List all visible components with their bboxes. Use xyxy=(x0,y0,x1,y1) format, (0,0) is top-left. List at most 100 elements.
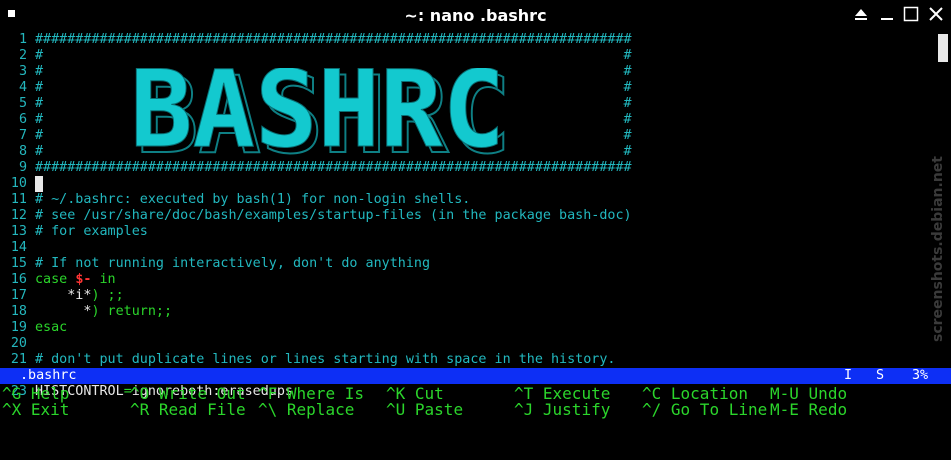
line-number: 17 xyxy=(10,288,27,303)
code-part-c: ) ;; xyxy=(91,288,124,303)
line-code[interactable]: ########################################… xyxy=(35,32,632,48)
code-text: # # xyxy=(35,48,632,63)
editor-line[interactable]: 18 *) return;; xyxy=(0,304,940,320)
code-text: esac xyxy=(35,320,68,335)
editor-line[interactable]: 1 #######################################… xyxy=(0,32,940,48)
watermark: screenshots.debian.net xyxy=(930,156,946,342)
code-text: # see /usr/share/doc/bash/examples/start… xyxy=(35,208,632,223)
shortcut-label: Go To Line xyxy=(670,400,768,419)
maximize-icon[interactable] xyxy=(903,6,919,22)
help-shortcut: M-E Redo xyxy=(770,400,847,419)
code-text: # If not running interactively, don't do… xyxy=(35,256,431,271)
line-number: 2 xyxy=(18,48,27,63)
status-flag-s: S xyxy=(876,368,885,383)
window-title: ~: nano .bashrc xyxy=(404,6,547,25)
line-number: 10 xyxy=(10,176,27,191)
code-part-a xyxy=(35,288,67,303)
banner-main-text: BASHRC xyxy=(130,68,505,168)
editor-line[interactable]: 11 # ~/.bashrc: executed by bash(1) for n… xyxy=(0,192,940,208)
line-code[interactable]: # for examples xyxy=(35,224,148,240)
code-part-b: $- xyxy=(75,272,92,287)
bashrc-banner: BASHRC BASHRC xyxy=(130,68,513,168)
minimize-icon[interactable] xyxy=(879,6,895,22)
line-number: 7 xyxy=(18,128,27,143)
line-number: 1 xyxy=(18,32,27,47)
code-text: # for examples xyxy=(35,224,148,239)
status-filename: .bashrc xyxy=(20,368,77,383)
shortcut-key: ^R xyxy=(130,400,150,419)
line-number: 21 xyxy=(10,352,27,367)
status-percent: 3% xyxy=(912,368,929,383)
code-text: # don't put duplicate lines or lines sta… xyxy=(35,352,616,367)
line-code[interactable]: case $- in xyxy=(35,272,116,288)
line-number: 20 xyxy=(10,336,27,351)
scrollbar-thumb[interactable] xyxy=(938,34,948,62)
line-number: 16 xyxy=(10,272,27,287)
line-code[interactable]: # # xyxy=(35,48,632,64)
editor-line[interactable]: 12 # see /usr/share/doc/bash/examples/sta… xyxy=(0,208,940,224)
line-number: 6 xyxy=(18,112,27,127)
help-shortcut: ^U Paste xyxy=(386,400,463,419)
status-bar: .bashrc I S 3% xyxy=(0,368,951,384)
line-number: 4 xyxy=(18,80,27,95)
line-number: 13 xyxy=(10,224,27,239)
editor-line[interactable]: 19 esac xyxy=(0,320,940,336)
watermark-text: screenshots.debian.net xyxy=(930,156,946,342)
editor-line[interactable]: 13 # for examples xyxy=(0,224,940,240)
up-arrow-icon[interactable] xyxy=(853,6,869,22)
shortcut-label: Justify xyxy=(542,400,611,419)
shortcut-key: ^\ xyxy=(258,400,278,419)
help-shortcut: ^X Exit xyxy=(2,400,69,419)
line-code[interactable]: # ~/.bashrc: executed by bash(1) for non… xyxy=(35,192,470,208)
code-part-c: in xyxy=(91,272,116,287)
shortcut-key: ^U xyxy=(386,400,406,419)
line-code[interactable]: *) return;; xyxy=(35,304,172,320)
editor-line[interactable]: 14 xyxy=(0,240,940,256)
code-text: # ~/.bashrc: executed by bash(1) for non… xyxy=(35,192,471,207)
code-part-b: *i* xyxy=(67,288,92,303)
editor-line[interactable]: 17 *i*) ;; xyxy=(0,288,940,304)
line-number: 11 xyxy=(10,192,27,207)
line-code[interactable] xyxy=(35,176,43,192)
help-shortcut: ^J Justify xyxy=(514,400,610,419)
help-shortcut: ^R Read File xyxy=(130,400,246,419)
editor-line[interactable]: 21 # don't put duplicate lines or lines s… xyxy=(0,352,940,368)
shortcut-label: Replace xyxy=(286,400,355,419)
shortcut-key: ^X xyxy=(2,400,22,419)
shortcut-key: ^/ xyxy=(642,400,662,419)
help-shortcut: ^/ Go To Line xyxy=(642,400,767,419)
line-number: 14 xyxy=(10,240,27,255)
line-code[interactable]: # don't put duplicate lines or lines sta… xyxy=(35,352,615,368)
shortcut-label: Redo xyxy=(808,400,848,419)
code-part-a xyxy=(35,304,83,319)
editor-line[interactable]: 20 xyxy=(0,336,940,352)
code-part-a: case xyxy=(35,272,76,287)
shortcut-key: M-E xyxy=(770,400,799,419)
code-text: ########################################… xyxy=(35,32,632,47)
text-cursor xyxy=(35,176,43,192)
shortcut-label: Exit xyxy=(30,400,70,419)
line-number: 15 xyxy=(10,256,27,271)
line-number: 3 xyxy=(18,64,27,79)
line-code[interactable]: *i*) ;; xyxy=(35,288,124,304)
shortcut-label: Paste xyxy=(414,400,464,419)
status-flag-i: I xyxy=(844,368,853,383)
code-part-c: ) return;; xyxy=(91,304,173,319)
line-code[interactable]: # If not running interactively, don't do… xyxy=(35,256,430,272)
editor-line[interactable]: 15 # If not running interactively, don't … xyxy=(0,256,940,272)
line-number: 9 xyxy=(18,160,27,175)
line-number: 19 xyxy=(10,320,27,335)
help-shortcut: ^\ Replace xyxy=(258,400,354,419)
editor-line[interactable]: 10 xyxy=(0,176,940,192)
shortcut-key: ^J xyxy=(514,400,534,419)
line-number: 18 xyxy=(10,304,27,319)
line-number: 8 xyxy=(18,144,27,159)
shortcut-label: Read File xyxy=(158,400,246,419)
editor-line[interactable]: 2 # # xyxy=(0,48,940,64)
line-code[interactable]: esac xyxy=(35,320,67,336)
line-number: 5 xyxy=(18,96,27,111)
editor-line[interactable]: 16 case $- in xyxy=(0,272,940,288)
line-code[interactable]: # see /usr/share/doc/bash/examples/start… xyxy=(35,208,632,224)
close-icon[interactable] xyxy=(928,6,944,22)
line-number: 12 xyxy=(10,208,27,223)
